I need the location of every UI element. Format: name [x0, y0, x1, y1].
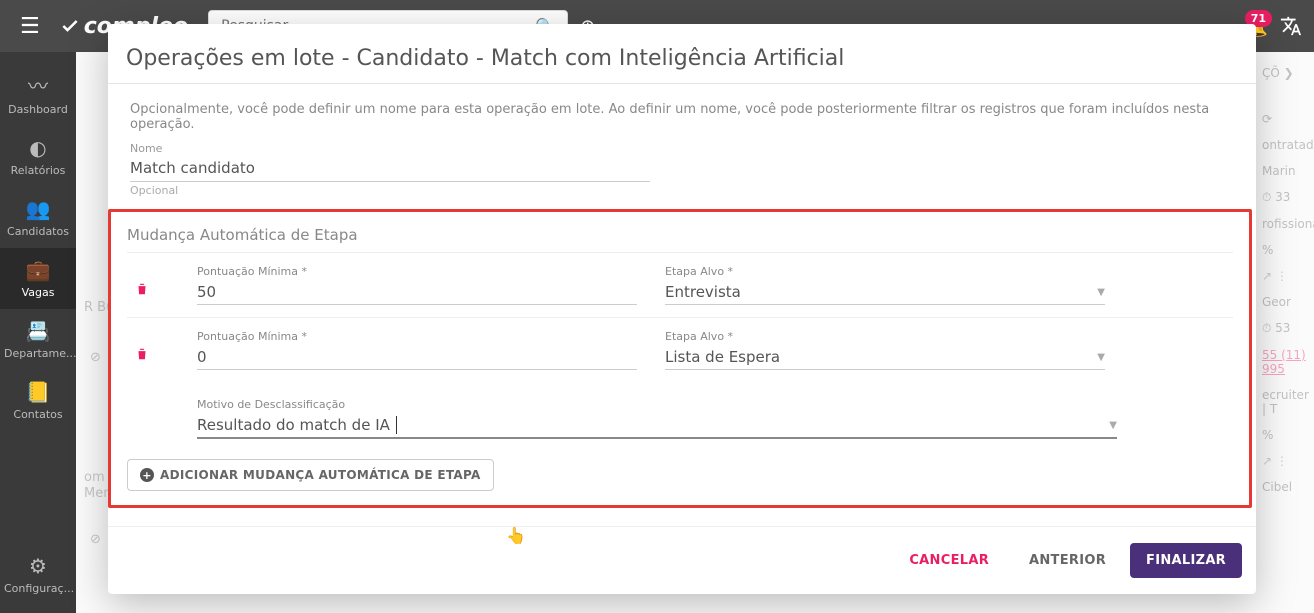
chevron-down-icon: ▼ [1097, 352, 1105, 363]
help-text: Opcionalmente, você pode definir um nome… [108, 84, 1252, 138]
stage-change-highlight: Mudança Automática de Etapa Pontuação Mí… [108, 209, 1252, 508]
stage-label: Etapa Alvo * [665, 330, 1105, 343]
previous-button[interactable]: ANTERIOR [1013, 543, 1122, 578]
name-hint: Opcional [130, 184, 1230, 197]
rule-row: Pontuação Mínima * Etapa Alvo * Lista de… [127, 317, 1233, 451]
modal-title: Operações em lote - Candidato - Match co… [108, 24, 1256, 83]
name-label: Nome [130, 142, 1230, 155]
sidebar-item-contatos[interactable]: 📒Contatos [0, 370, 76, 431]
sidebar-item-settings[interactable]: ⚙Configuraç... [0, 544, 76, 605]
min-score-input[interactable] [197, 280, 637, 305]
trash-icon [135, 281, 149, 297]
rule-row: Pontuação Mínima * Etapa Alvo * Entrevis… [127, 252, 1233, 317]
sidebar-item-dashboard[interactable]: 〰Dashboard [0, 60, 76, 126]
delete-rule-button[interactable] [127, 330, 177, 362]
hamburger-menu[interactable]: ☰ [12, 6, 48, 47]
batch-operation-modal: Operações em lote - Candidato - Match co… [108, 24, 1256, 594]
sidebar-item-vagas[interactable]: 💼Vagas [0, 248, 76, 309]
stage-label: Etapa Alvo * [665, 265, 1105, 278]
translate-icon[interactable] [1280, 15, 1302, 37]
add-stage-change-button[interactable]: + ADICIONAR MUDANÇA AUTOMÁTICA DE ETAPA [127, 459, 494, 491]
section-title: Mudança Automática de Etapa [127, 226, 1233, 244]
logo-check-icon [60, 16, 80, 36]
score-label: Pontuação Mínima * [197, 265, 637, 278]
score-label: Pontuação Mínima * [197, 330, 637, 343]
cursor-pointer-icon: 👆 [506, 526, 526, 545]
disqualification-reason-select[interactable]: Resultado do match de IA ▼ [197, 413, 1117, 439]
cancel-button[interactable]: CANCELAR [893, 543, 1005, 578]
trash-icon [135, 346, 149, 362]
target-stage-select[interactable]: Entrevista ▼ [665, 280, 1105, 305]
target-stage-select[interactable]: Lista de Espera ▼ [665, 345, 1105, 370]
plus-icon: + [140, 468, 154, 482]
reason-label: Motivo de Desclassificação [197, 398, 1117, 411]
delete-rule-button[interactable] [127, 265, 177, 297]
finalize-button[interactable]: FINALIZAR [1130, 543, 1242, 578]
chevron-down-icon: ▼ [1097, 287, 1105, 298]
sidebar-item-relatorios[interactable]: ◐Relatórios [0, 126, 76, 187]
min-score-input[interactable] [197, 345, 637, 370]
sidebar-item-candidatos[interactable]: 👥Candidatos [0, 187, 76, 248]
sidebar-item-departamentos[interactable]: 📇Departame... [0, 309, 76, 370]
operation-name-input[interactable] [130, 155, 650, 182]
chevron-down-icon: ▼ [1109, 420, 1117, 431]
